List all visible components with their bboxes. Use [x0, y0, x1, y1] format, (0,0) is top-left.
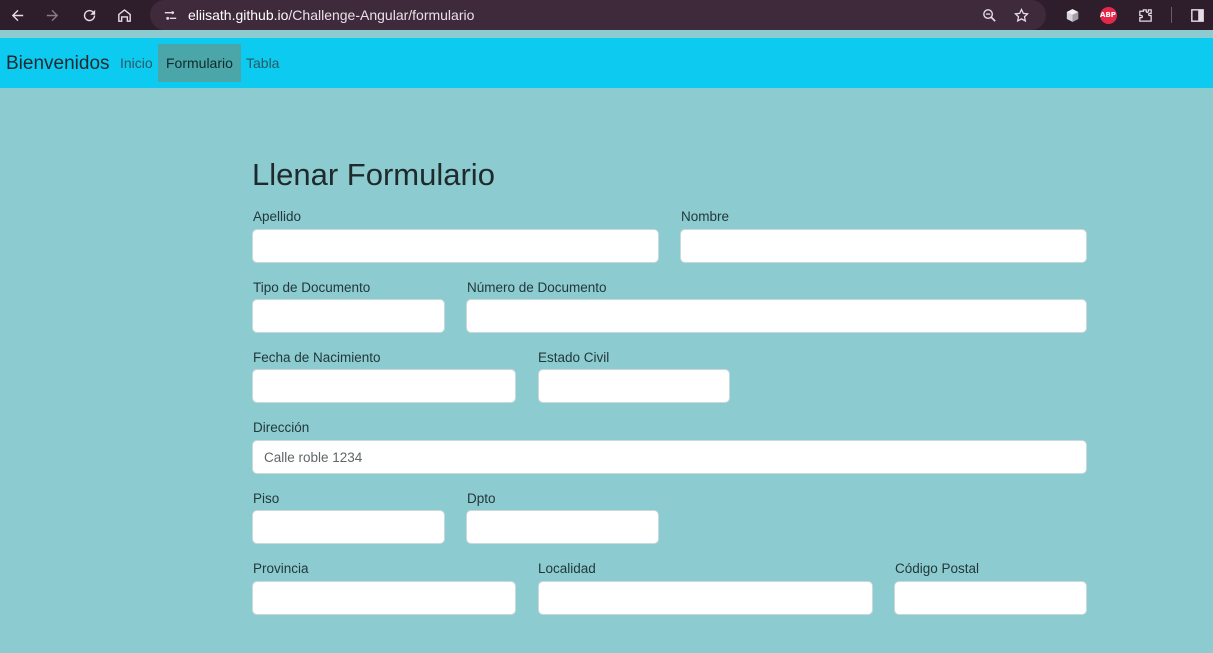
provincia-label: Provincia	[253, 561, 309, 576]
adblock-plus-label: ABP	[1099, 6, 1117, 24]
numero-documento-label: Número de Documento	[467, 280, 607, 295]
nav-link-tabla[interactable]: Tabla	[238, 44, 287, 82]
direccion-input[interactable]	[252, 440, 1087, 474]
piso-input[interactable]	[252, 510, 445, 544]
nombre-input[interactable]	[680, 229, 1087, 263]
navbar-brand[interactable]: Bienvenidos	[6, 53, 110, 75]
provincia-input[interactable]	[252, 581, 516, 615]
app-navbar: Bienvenidos Inicio Formulario Tabla	[0, 38, 1213, 88]
zoom-icon[interactable]	[979, 5, 999, 25]
url-text: eliisath.github.io/Challenge-Angular/for…	[188, 7, 474, 23]
localidad-label: Localidad	[538, 561, 596, 576]
nav-link-formulario[interactable]: Formulario	[158, 44, 241, 82]
toolbar-divider	[1171, 7, 1172, 23]
adblock-plus-icon[interactable]: ABP	[1097, 4, 1119, 26]
forward-icon[interactable]	[40, 3, 64, 27]
apellido-label: Apellido	[253, 209, 302, 224]
form-title: Llenar Formulario	[252, 157, 495, 192]
numero-documento-input[interactable]	[466, 299, 1087, 333]
tipo-documento-input[interactable]	[252, 299, 445, 333]
bookmark-star-icon[interactable]	[1011, 5, 1031, 25]
localidad-input[interactable]	[538, 581, 873, 615]
direccion-label: Dirección	[253, 420, 310, 435]
address-bar[interactable]: eliisath.github.io/Challenge-Angular/for…	[150, 0, 1046, 30]
dpto-input[interactable]	[466, 510, 659, 544]
nav-link-inicio[interactable]: Inicio	[112, 44, 161, 82]
url-path: /Challenge-Angular/formulario	[288, 7, 475, 23]
tipo-documento-label: Tipo de Documento	[253, 280, 371, 295]
home-icon[interactable]	[112, 3, 136, 27]
url-host: eliisath.github.io	[188, 7, 289, 23]
nombre-label: Nombre	[681, 209, 730, 224]
fecha-nacimiento-label: Fecha de Nacimiento	[253, 350, 381, 365]
estado-civil-input[interactable]	[538, 369, 730, 403]
fecha-nacimiento-input[interactable]	[252, 369, 516, 403]
codigo-postal-input[interactable]	[894, 581, 1087, 615]
piso-label: Piso	[253, 491, 280, 506]
estado-civil-label: Estado Civil	[538, 350, 610, 365]
extensions-puzzle-icon[interactable]	[1134, 4, 1156, 26]
reload-icon[interactable]	[77, 3, 101, 27]
dpto-label: Dpto	[467, 491, 496, 506]
site-settings-icon[interactable]	[160, 5, 180, 25]
browser-toolbar: eliisath.github.io/Challenge-Angular/for…	[0, 0, 1213, 30]
codigo-postal-label: Código Postal	[895, 561, 980, 576]
extension-cube-icon[interactable]	[1061, 4, 1083, 26]
side-panel-icon[interactable]	[1186, 4, 1208, 26]
apellido-input[interactable]	[252, 229, 659, 263]
back-icon[interactable]	[5, 3, 29, 27]
